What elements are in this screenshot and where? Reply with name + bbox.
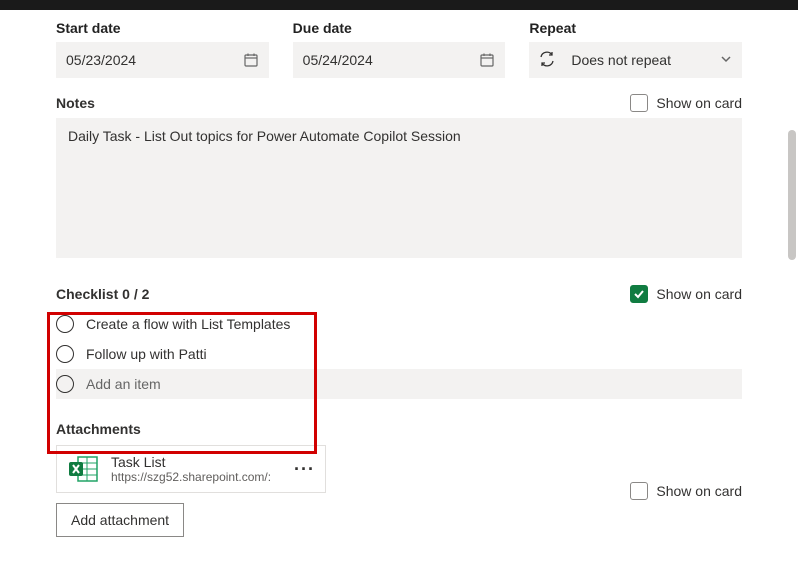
- attachment-card[interactable]: Task List https://szg52.sharepoint.com/:…: [56, 445, 326, 493]
- repeat-icon: [539, 51, 555, 70]
- radio-unchecked-icon[interactable]: [56, 345, 74, 363]
- checklist-label: Checklist 0 / 2: [56, 286, 149, 302]
- checkbox-icon: [630, 94, 648, 112]
- start-date-value: 05/23/2024: [66, 52, 136, 68]
- chevron-down-icon: [720, 52, 732, 68]
- date-row: Start date 05/23/2024 Due date 05/24/202…: [56, 20, 742, 78]
- checkbox-icon: [630, 482, 648, 500]
- attachment-subtitle: https://szg52.sharepoint.com/:: [111, 470, 282, 484]
- attachment-meta: Task List https://szg52.sharepoint.com/:: [111, 454, 282, 484]
- repeat-col: Repeat Does not repeat: [529, 20, 742, 78]
- start-date-col: Start date 05/23/2024: [56, 20, 269, 78]
- add-attachment-button[interactable]: Add attachment: [56, 503, 184, 537]
- checklist-show-on-card[interactable]: Show on card: [630, 285, 742, 303]
- notes-label: Notes: [56, 95, 95, 111]
- checklist-item-text: Follow up with Patti: [86, 346, 207, 362]
- due-date-col: Due date 05/24/2024: [293, 20, 506, 78]
- notes-show-on-card[interactable]: Show on card: [630, 94, 742, 112]
- checklist-item[interactable]: Create a flow with List Templates: [56, 309, 742, 339]
- add-item-placeholder: Add an item: [86, 376, 161, 392]
- checklist-item-text: Create a flow with List Templates: [86, 316, 290, 332]
- attachments-section: Attachments: [56, 421, 742, 537]
- notes-header: Notes Show on card: [56, 94, 742, 112]
- checklist-add-item[interactable]: Add an item: [56, 369, 742, 399]
- due-date-field[interactable]: 05/24/2024: [293, 42, 506, 78]
- checkbox-checked-icon: [630, 285, 648, 303]
- attachments-label: Attachments: [56, 421, 742, 437]
- calendar-icon: [243, 52, 259, 68]
- checklist-header: Checklist 0 / 2 Show on card: [56, 285, 742, 303]
- show-on-card-text: Show on card: [656, 95, 742, 111]
- excel-file-icon: [67, 455, 99, 483]
- show-on-card-text: Show on card: [656, 286, 742, 302]
- attachments-row: Task List https://szg52.sharepoint.com/:…: [56, 445, 742, 537]
- due-date-label: Due date: [293, 20, 506, 36]
- calendar-icon: [479, 52, 495, 68]
- radio-unchecked-icon: [56, 375, 74, 393]
- show-on-card-text: Show on card: [656, 483, 742, 499]
- task-detail-panel: Start date 05/23/2024 Due date 05/24/202…: [0, 10, 798, 537]
- repeat-field[interactable]: Does not repeat: [529, 42, 742, 78]
- notes-textarea[interactable]: [56, 118, 742, 258]
- more-icon[interactable]: ···: [294, 459, 315, 480]
- window-top-bar: [0, 0, 798, 10]
- start-date-label: Start date: [56, 20, 269, 36]
- attachment-title: Task List: [111, 454, 282, 470]
- radio-unchecked-icon[interactable]: [56, 315, 74, 333]
- scrollbar-thumb[interactable]: [788, 130, 796, 260]
- checklist-item[interactable]: Follow up with Patti: [56, 339, 742, 369]
- start-date-field[interactable]: 05/23/2024: [56, 42, 269, 78]
- attachments-show-on-card[interactable]: Show on card: [630, 482, 742, 500]
- repeat-value: Does not repeat: [571, 52, 710, 68]
- checklist-section: Checklist 0 / 2 Show on card Create a fl…: [56, 285, 742, 399]
- repeat-label: Repeat: [529, 20, 742, 36]
- due-date-value: 05/24/2024: [303, 52, 373, 68]
